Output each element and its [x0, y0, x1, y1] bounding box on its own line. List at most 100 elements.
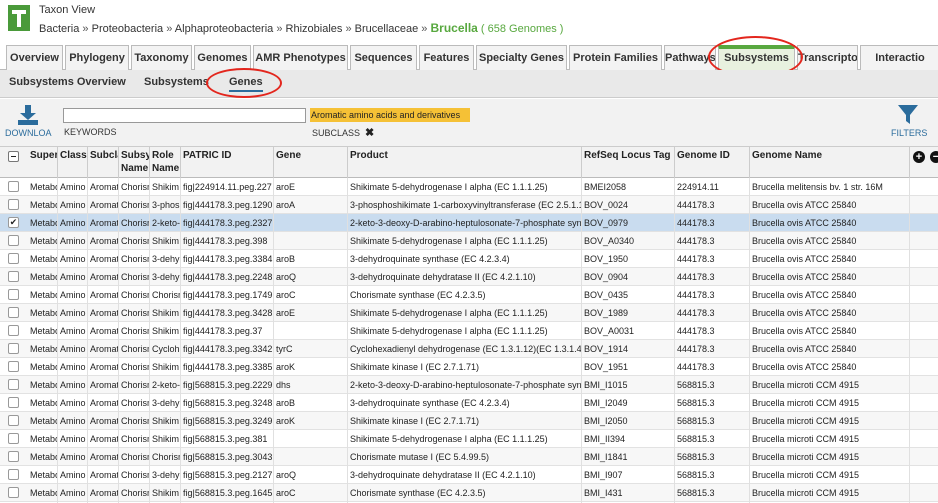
- table-row[interactable]: MetaboAminoAromatChorismShikimfig|568815…: [0, 484, 938, 502]
- keyword-search-input[interactable]: [63, 108, 306, 123]
- cell-genome-id: 568815.3: [675, 376, 750, 394]
- column-header-genome-id[interactable]: Genome ID: [675, 147, 750, 178]
- row-checkbox[interactable]: [8, 379, 19, 390]
- subclass-filter-chip[interactable]: Aromatic amino acids and derivatives: [310, 108, 470, 122]
- tab-protein-families[interactable]: Protein Families: [569, 45, 662, 70]
- table-row[interactable]: MetaboAminoAromatChorismShikimfig|444178…: [0, 358, 938, 376]
- cell-role-name: Shikim: [150, 430, 181, 448]
- cell-super: Metabo: [28, 394, 58, 412]
- tab-subsystems[interactable]: Subsystems: [718, 45, 795, 70]
- row-checkbox[interactable]: [8, 325, 19, 336]
- column-header-product[interactable]: Product: [348, 147, 582, 178]
- keywords-label: KEYWORDS: [64, 127, 117, 137]
- tab-pathways[interactable]: Pathways: [664, 45, 716, 70]
- column-header-refseq-locus-tag[interactable]: RefSeq Locus Tag: [582, 147, 675, 178]
- tab-overview[interactable]: Overview: [6, 45, 63, 70]
- table-row[interactable]: MetaboAminoAromatChorismCyclohfig|444178…: [0, 340, 938, 358]
- row-checkbox[interactable]: [8, 235, 19, 246]
- table-row[interactable]: MetaboAminoAromatChorism3-dehyfig|444178…: [0, 268, 938, 286]
- table-row[interactable]: MetaboAminoAromatChorism3-dehyfig|568815…: [0, 466, 938, 484]
- row-checkbox[interactable]: [8, 433, 19, 444]
- table-row[interactable]: MetaboAminoAromatChorismShikimfig|224914…: [0, 178, 938, 196]
- cell-genome-name: Brucella ovis ATCC 25840: [750, 232, 910, 250]
- remove-subclass-filter-icon[interactable]: ✖: [365, 126, 374, 139]
- cell-product: 3-dehydroquinate synthase (EC 4.2.3.4): [348, 394, 582, 412]
- row-checkbox[interactable]: [8, 289, 19, 300]
- cell-class: Amino: [58, 448, 88, 466]
- cell-product: 2-keto-3-deoxy-D-arabino-heptulosonate-7…: [348, 214, 582, 232]
- filters-label: FILTERS: [891, 128, 928, 138]
- tab-sequences[interactable]: Sequences: [350, 45, 417, 70]
- row-checkbox[interactable]: [8, 253, 19, 264]
- column-header-super[interactable]: Super: [28, 147, 58, 178]
- column-header-subcla[interactable]: Subcla: [88, 147, 119, 178]
- cell-class: Amino: [58, 340, 88, 358]
- tab-interactio[interactable]: Interactio: [860, 45, 938, 70]
- table-row[interactable]: MetaboAminoAromatChorismShikimfig|568815…: [0, 430, 938, 448]
- cell-subsy-name: Chorism: [119, 484, 150, 502]
- cell-patric-id: fig|444178.3.peg.2327: [181, 214, 274, 232]
- remove-column-icon[interactable]: −: [930, 151, 938, 163]
- breadcrumb-link[interactable]: Brucellaceae: [355, 23, 419, 35]
- cell-role-name: Shikim: [150, 358, 181, 376]
- column-header-role-name[interactable]: Role Name: [150, 147, 181, 178]
- table-row[interactable]: MetaboAminoAromatChorism2-keto-fig|56881…: [0, 376, 938, 394]
- row-checkbox[interactable]: [8, 487, 19, 498]
- add-column-icon[interactable]: +: [913, 151, 925, 163]
- table-row[interactable]: MetaboAminoAromatChorismShikimfig|444178…: [0, 232, 938, 250]
- table-row[interactable]: MetaboAminoAromatChorismChorismfig|56881…: [0, 448, 938, 466]
- breadcrumb-link[interactable]: Proteobacteria: [92, 23, 164, 35]
- tab-transcriptomics[interactable]: Transcriptomics: [797, 45, 858, 70]
- row-checkbox[interactable]: [8, 415, 19, 426]
- breadcrumb-link[interactable]: Alphaproteobacteria: [175, 23, 273, 35]
- cell-gene: aroK: [274, 358, 348, 376]
- cell-genome-id: 444178.3: [675, 286, 750, 304]
- cell-super: Metabo: [28, 484, 58, 502]
- row-checkbox[interactable]: [8, 343, 19, 354]
- row-checkbox[interactable]: [8, 271, 19, 282]
- cell-genome-name: Brucella ovis ATCC 25840: [750, 304, 910, 322]
- tab-amr-phenotypes[interactable]: AMR Phenotypes: [253, 45, 348, 70]
- table-row[interactable]: MetaboAminoAromatChorismShikimfig|444178…: [0, 304, 938, 322]
- column-header-gene[interactable]: Gene: [274, 147, 348, 178]
- tab-genomes[interactable]: Genomes: [194, 45, 251, 70]
- column-header-subsy-name[interactable]: Subsy Name: [119, 147, 150, 178]
- table-row[interactable]: MetaboAminoAromatChorism3-phosfig|444178…: [0, 196, 938, 214]
- cell-subsy-name: Chorism: [119, 466, 150, 484]
- cell-class: Amino: [58, 394, 88, 412]
- table-row[interactable]: ✔ MetaboAminoAromatChorism2-keto-fig|4441…: [0, 214, 938, 232]
- table-row[interactable]: MetaboAminoAromatChorismShikimfig|444178…: [0, 322, 938, 340]
- column-header-class[interactable]: Class: [58, 147, 88, 178]
- column-header-patric-id[interactable]: PATRIC ID: [181, 147, 274, 178]
- breadcrumb-link[interactable]: Rhizobiales: [286, 23, 343, 35]
- table-row[interactable]: MetaboAminoAromatChorismChorismfig|44417…: [0, 286, 938, 304]
- subtab-subsystems-overview[interactable]: Subsystems Overview: [9, 76, 126, 88]
- cell-refseq-locus-tag: BOV_A0340: [582, 232, 675, 250]
- cell-patric-id: fig|444178.3.peg.3385: [181, 358, 274, 376]
- subtab-subsystems[interactable]: Subsystems: [144, 76, 209, 88]
- tab-phylogeny[interactable]: Phylogeny: [65, 45, 129, 70]
- table-row[interactable]: MetaboAminoAromatChorism3-dehyfig|568815…: [0, 394, 938, 412]
- select-all-checkbox[interactable]: [8, 151, 19, 162]
- table-row[interactable]: MetaboAminoAromatChorism3-dehyfig|444178…: [0, 250, 938, 268]
- tab-specialty-genes[interactable]: Specialty Genes: [476, 45, 567, 70]
- tab-features[interactable]: Features: [419, 45, 474, 70]
- cell-gene: tyrC: [274, 340, 348, 358]
- breadcrumb-link[interactable]: Bacteria: [39, 23, 79, 35]
- column-header-genome-name[interactable]: Genome Name: [750, 147, 910, 178]
- download-icon: [18, 105, 38, 125]
- row-checkbox[interactable]: [8, 199, 19, 210]
- row-checkbox[interactable]: [8, 469, 19, 480]
- cell-patric-id: fig|444178.3.peg.1290: [181, 196, 274, 214]
- row-checkbox[interactable]: [8, 307, 19, 318]
- row-checkbox[interactable]: [8, 451, 19, 462]
- row-checkbox[interactable]: [8, 181, 19, 192]
- row-checkbox[interactable]: [8, 397, 19, 408]
- cell-genome-id: 568815.3: [675, 412, 750, 430]
- row-checkbox[interactable]: [8, 361, 19, 372]
- table-row[interactable]: MetaboAminoAromatChorismShikimfig|568815…: [0, 412, 938, 430]
- tab-taxonomy[interactable]: Taxonomy: [131, 45, 192, 70]
- cell-gene: aroQ: [274, 268, 348, 286]
- row-checkbox[interactable]: ✔: [8, 217, 19, 228]
- subtab-genes[interactable]: Genes: [229, 76, 263, 92]
